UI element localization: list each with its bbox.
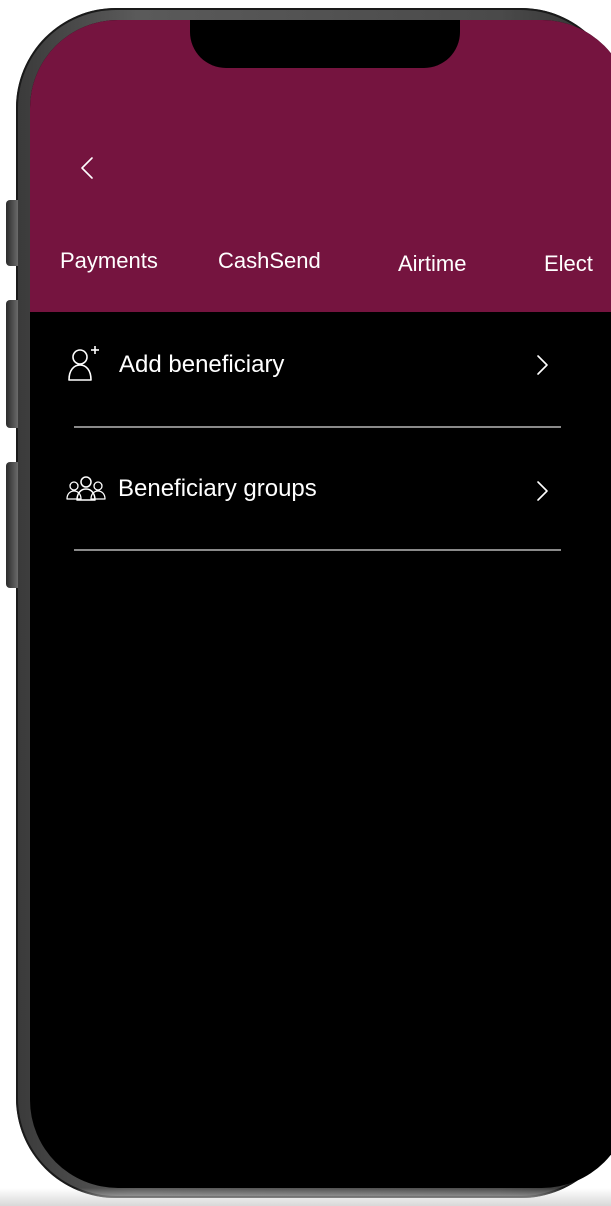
add-beneficiary-item[interactable]: Add beneficiary — [66, 336, 566, 396]
add-beneficiary-label: Add beneficiary — [119, 351, 285, 378]
device-mockup: Payments CashSend Airtime Elect Add bene… — [0, 0, 611, 1206]
device-notch — [190, 20, 460, 68]
tab-electricity[interactable]: Elect — [544, 249, 593, 279]
beneficiary-groups-item[interactable]: Beneficiary groups — [66, 462, 566, 522]
mute-switch — [6, 200, 18, 266]
group-icon — [66, 470, 106, 510]
divider — [74, 426, 561, 428]
chevron-right-icon — [532, 350, 554, 380]
volume-up-button — [6, 300, 18, 428]
beneficiary-groups-label: Beneficiary groups — [118, 475, 317, 502]
back-button[interactable] — [70, 148, 106, 188]
chevron-left-icon — [70, 148, 106, 188]
chevron-right-icon — [532, 476, 554, 506]
category-tabs: Payments CashSend Airtime Elect — [60, 246, 611, 286]
volume-down-button — [6, 462, 18, 588]
divider — [74, 549, 561, 551]
device-shadow — [0, 1188, 611, 1206]
app-header: Payments CashSend Airtime Elect — [30, 20, 611, 312]
tab-cashsend[interactable]: CashSend — [218, 246, 321, 276]
app-screen: Payments CashSend Airtime Elect Add bene… — [30, 20, 611, 1188]
tab-payments[interactable]: Payments — [60, 246, 158, 276]
tab-airtime[interactable]: Airtime — [398, 249, 466, 279]
add-person-icon — [66, 344, 106, 384]
